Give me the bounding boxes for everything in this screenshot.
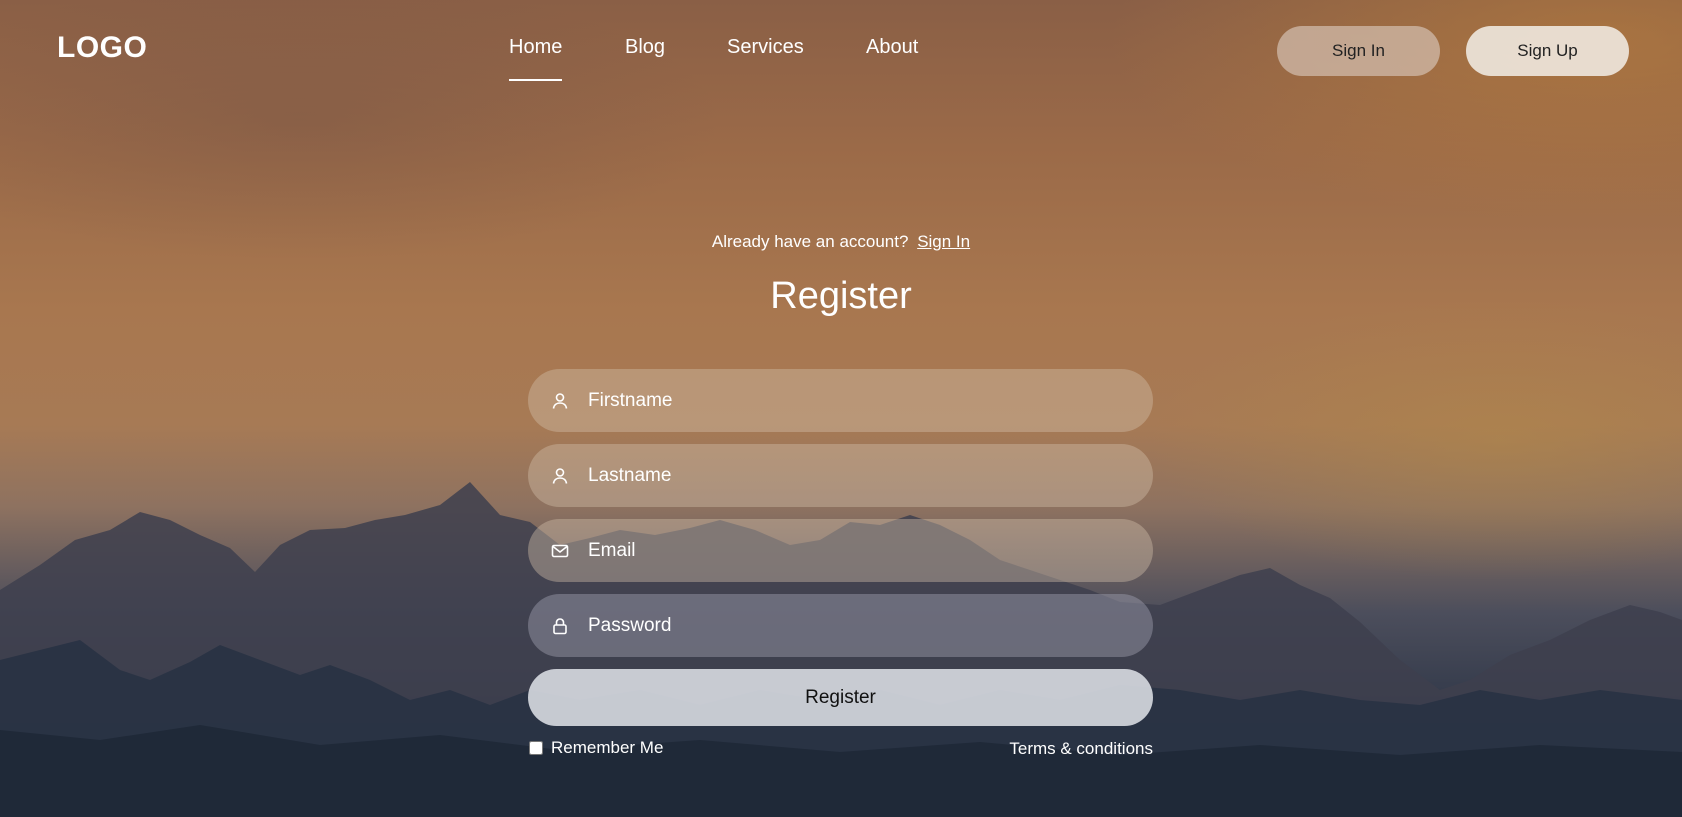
password-input[interactable] bbox=[586, 613, 1130, 638]
firstname-input[interactable] bbox=[586, 388, 1130, 413]
header-sign-up-button[interactable]: Sign Up bbox=[1466, 26, 1629, 76]
remember-me[interactable]: Remember Me bbox=[528, 738, 663, 758]
register-button[interactable]: Register bbox=[528, 669, 1153, 726]
firstname-field[interactable] bbox=[528, 369, 1153, 432]
lock-icon bbox=[550, 616, 570, 636]
user-icon bbox=[550, 391, 570, 411]
remember-me-checkbox[interactable] bbox=[529, 741, 543, 755]
nav-services[interactable]: Services bbox=[727, 36, 804, 59]
nav-home[interactable]: Home bbox=[509, 36, 563, 81]
nav-about[interactable]: About bbox=[866, 36, 918, 59]
nav-blog[interactable]: Blog bbox=[625, 36, 665, 59]
user-icon bbox=[550, 466, 570, 486]
account-prompt-line: Already have an account? Sign In bbox=[0, 232, 1682, 252]
header-sign-in-button[interactable]: Sign In bbox=[1277, 26, 1440, 76]
account-prompt-text: Already have an account? bbox=[711, 232, 909, 251]
lastname-input[interactable] bbox=[586, 463, 1130, 488]
password-field[interactable] bbox=[528, 594, 1153, 657]
email-field[interactable] bbox=[528, 519, 1153, 582]
terms-link[interactable]: Terms & conditions bbox=[1009, 739, 1153, 759]
email-input[interactable] bbox=[586, 538, 1130, 563]
mail-icon bbox=[550, 541, 570, 561]
page-title: Register bbox=[770, 275, 912, 317]
lastname-field[interactable] bbox=[528, 444, 1153, 507]
sign-in-link[interactable]: Sign In bbox=[917, 232, 970, 251]
remember-me-label: Remember Me bbox=[551, 738, 664, 757]
